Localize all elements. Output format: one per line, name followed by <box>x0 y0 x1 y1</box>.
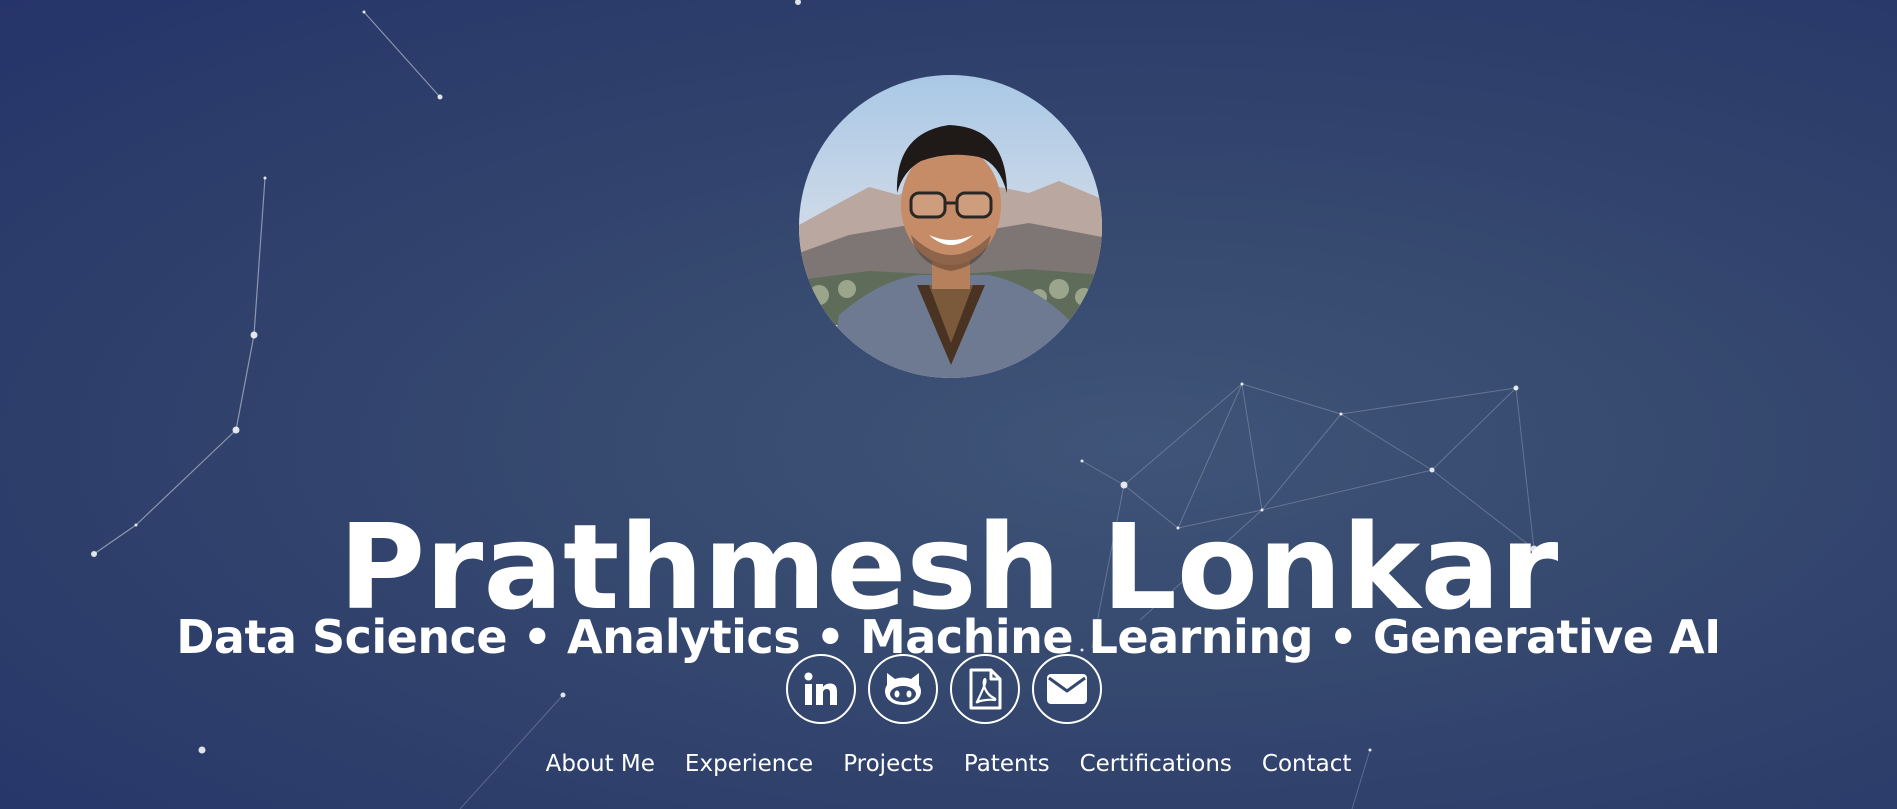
resume-pdf-link[interactable] <box>950 654 1020 724</box>
pdf-resume-icon <box>969 668 1002 710</box>
nav-experience[interactable]: Experience <box>685 748 813 780</box>
github-link[interactable] <box>868 654 938 724</box>
social-links <box>786 654 1116 728</box>
profile-photo <box>799 75 1102 378</box>
nav-patents[interactable]: Patents <box>964 748 1050 780</box>
nav-projects[interactable]: Projects <box>843 748 934 780</box>
hero-section: Prathmesh Lonkar Data Science • Analytic… <box>0 0 1897 809</box>
github-icon <box>885 673 921 705</box>
linkedin-link[interactable] <box>786 654 856 724</box>
email-icon <box>1047 674 1087 704</box>
main-nav: About Me Experience Projects Patents Cer… <box>0 748 1897 780</box>
nav-certifications[interactable]: Certifications <box>1080 748 1232 780</box>
linkedin-icon <box>804 672 837 705</box>
email-link[interactable] <box>1032 654 1102 724</box>
nav-contact[interactable]: Contact <box>1262 748 1351 780</box>
nav-about-me[interactable]: About Me <box>546 748 655 780</box>
